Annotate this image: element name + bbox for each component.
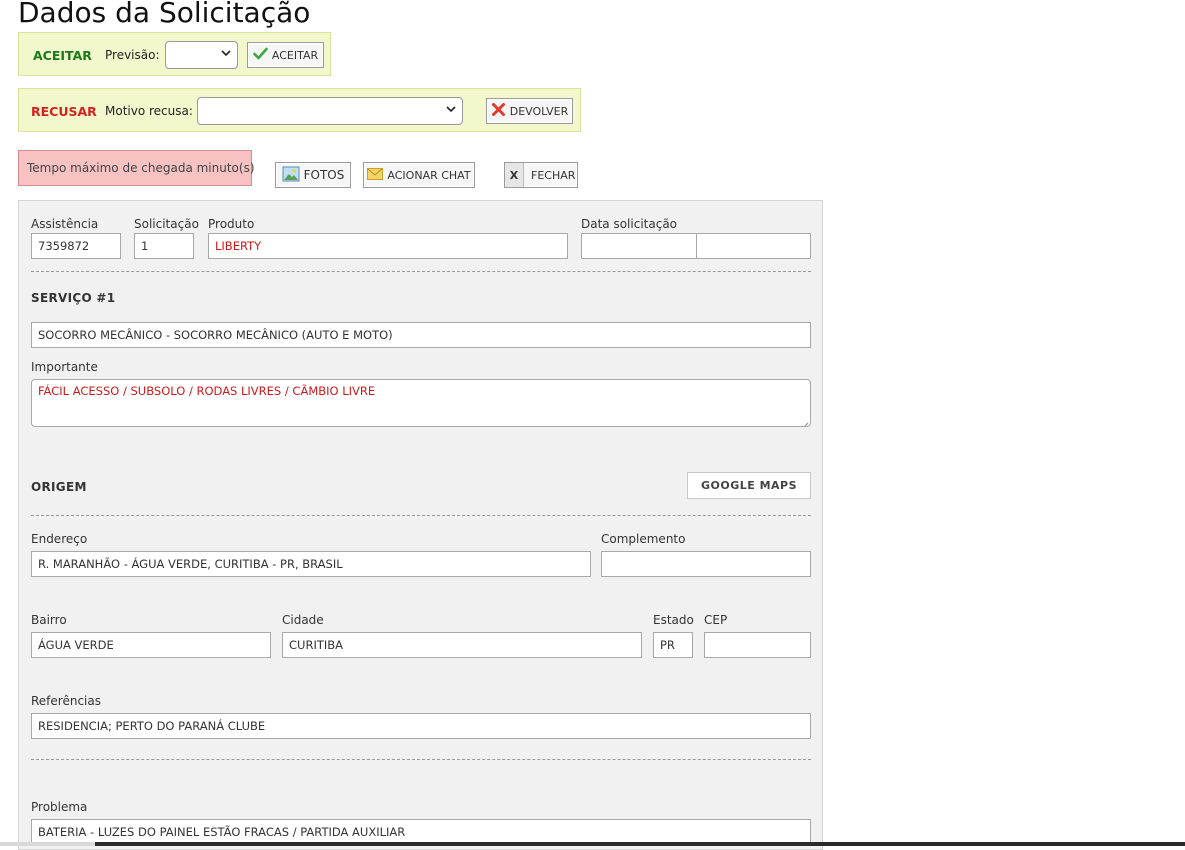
origin-title: ORIGEM xyxy=(31,480,87,494)
resize-handle-icon[interactable] xyxy=(802,418,809,426)
product-label: Produto xyxy=(208,217,255,231)
district-field[interactable]: ÁGUA VERDE xyxy=(31,632,271,658)
request-date-label: Data solicitação xyxy=(581,217,678,231)
important-label: Importante xyxy=(31,360,98,374)
references-label: Referências xyxy=(31,694,101,708)
forecast-label: Previsão: xyxy=(105,48,160,62)
divider xyxy=(31,515,811,516)
envelope-icon xyxy=(367,167,384,183)
taskbar-segment xyxy=(0,842,95,846)
page-title: Dados da Solicitação xyxy=(18,0,311,29)
important-text: FÁCIL ACESSO / SUBSOLO / RODAS LIVRES / … xyxy=(38,384,376,398)
problem-label: Problema xyxy=(31,800,88,814)
return-button[interactable]: DEVOLVER xyxy=(486,98,573,124)
state-label: Estado xyxy=(653,613,694,627)
forecast-select[interactable] xyxy=(165,41,238,69)
return-button-label: DEVOLVER xyxy=(509,104,569,118)
request-field[interactable]: 1 xyxy=(134,233,194,259)
google-maps-button[interactable]: GOOGLE MAPS xyxy=(687,472,811,499)
chat-button-label: ACIONAR CHAT xyxy=(387,168,471,182)
close-button-label: FECHAR xyxy=(531,168,576,182)
address-field[interactable]: R. MARANHÃO - ÁGUA VERDE, CURITIBA - PR,… xyxy=(31,551,591,577)
divider xyxy=(31,759,811,760)
service-title: SERVIÇO #1 xyxy=(31,291,116,305)
refuse-reason-select[interactable] xyxy=(197,97,463,125)
refuse-heading: RECUSAR xyxy=(31,104,97,119)
arrival-time-alert: Tempo máximo de chegada minuto(s) xyxy=(18,150,255,186)
request-date-field[interactable] xyxy=(581,233,697,259)
divider xyxy=(31,271,811,272)
photos-button-label: FOTOS xyxy=(303,168,345,182)
complement-label: Complemento xyxy=(601,532,686,546)
chat-button[interactable]: ACIONAR CHAT xyxy=(363,162,475,188)
zip-label: CEP xyxy=(704,613,728,627)
image-icon xyxy=(282,166,300,185)
assistance-field[interactable]: 7359872 xyxy=(31,233,121,259)
request-label: Solicitação xyxy=(134,217,199,231)
request-time-field[interactable] xyxy=(696,233,811,259)
district-label: Bairro xyxy=(31,613,67,627)
address-label: Endereço xyxy=(31,532,88,546)
product-field[interactable]: LIBERTY xyxy=(208,233,568,259)
check-icon xyxy=(253,47,268,63)
references-field[interactable]: RESIDENCIA; PERTO DO PARANÁ CLUBE xyxy=(31,713,811,739)
taskbar-strip xyxy=(0,842,1185,846)
close-button[interactable]: X FECHAR xyxy=(504,162,578,188)
close-icon: X xyxy=(505,163,524,187)
accept-button[interactable]: ACEITAR xyxy=(247,42,324,68)
accept-heading: ACEITAR xyxy=(33,48,92,63)
chevron-down-icon xyxy=(221,49,231,60)
complement-field[interactable] xyxy=(601,551,811,577)
important-textarea[interactable]: FÁCIL ACESSO / SUBSOLO / RODAS LIVRES / … xyxy=(31,379,811,427)
city-field[interactable]: CURITIBA xyxy=(282,632,642,658)
chevron-down-icon xyxy=(446,105,456,116)
photos-button[interactable]: FOTOS xyxy=(275,162,351,188)
zip-field[interactable] xyxy=(704,632,811,658)
city-label: Cidade xyxy=(282,613,324,627)
refuse-reason-label: Motivo recusa: xyxy=(105,104,193,118)
service-field[interactable]: SOCORRO MECÂNICO - SOCORRO MECÂNICO (AUT… xyxy=(31,322,811,348)
state-field[interactable]: PR xyxy=(653,632,693,658)
x-mark-icon xyxy=(491,102,506,120)
accept-button-label: ACEITAR xyxy=(271,48,319,62)
assistance-label: Assistência xyxy=(31,217,99,231)
request-form xyxy=(18,200,823,850)
